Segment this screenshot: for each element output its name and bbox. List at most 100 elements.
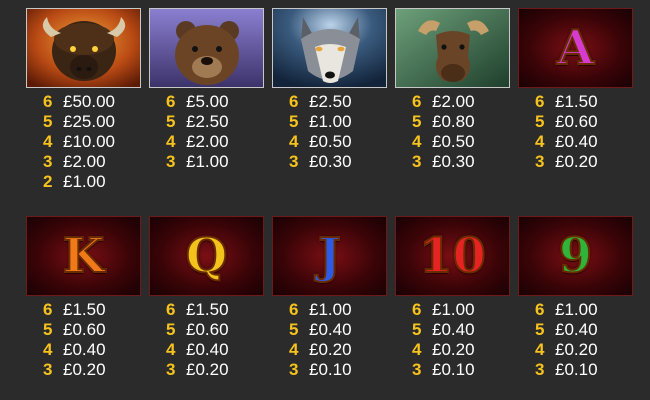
symbol-glyph: 10 (418, 228, 487, 284)
payout-amount: £0.40 (186, 340, 229, 359)
symbol-card-nine: 9 6 £1.00 5 £0.40 4 £0.20 3 £0.10 (518, 216, 633, 380)
pay-row: 4 £0.20 (412, 340, 510, 360)
paytable-nine: 6 £1.00 5 £0.40 4 £0.20 3 £0.10 (518, 300, 633, 380)
pay-row: 4 £0.50 (289, 132, 387, 152)
number-10-icon: 10 (395, 216, 510, 296)
pay-row: 5 £0.40 (289, 320, 387, 340)
payout-amount: £0.60 (186, 320, 229, 339)
pay-row: 2 £1.00 (43, 172, 141, 192)
payout-amount: £0.80 (432, 112, 475, 131)
pay-row: 5 £0.40 (535, 320, 633, 340)
symbol-count: 6 (535, 92, 545, 111)
symbol-glyph: A (556, 20, 595, 76)
payout-amount: £0.60 (63, 320, 106, 339)
payout-amount: £0.40 (555, 132, 598, 151)
symbol-count: 5 (43, 112, 53, 131)
symbol-card-q: Q 6 £1.50 5 £0.60 4 £0.40 3 £0.20 (149, 216, 264, 380)
payout-amount: £0.30 (309, 152, 352, 171)
letter-a-icon: A (518, 8, 633, 88)
payout-amount: £0.10 (555, 360, 598, 379)
symbol-count: 6 (43, 92, 53, 111)
payout-amount: £10.00 (63, 132, 115, 151)
symbol-count: 6 (535, 300, 545, 319)
symbol-count: 3 (166, 360, 176, 379)
payout-amount: £0.40 (63, 340, 106, 359)
payout-amount: £50.00 (63, 92, 115, 111)
pay-row: 3 £0.10 (289, 360, 387, 380)
symbol-card-wolf: 6 £2.50 5 £1.00 4 £0.50 3 £0.30 (272, 8, 387, 172)
pay-row: 3 £0.20 (43, 360, 141, 380)
symbol-count: 5 (412, 320, 422, 339)
pay-row: 6 £1.50 (535, 92, 633, 112)
payout-amount: £2.50 (186, 112, 229, 131)
payout-amount: £0.10 (432, 360, 475, 379)
payout-amount: £1.00 (309, 112, 352, 131)
pay-row: 6 £1.50 (43, 300, 141, 320)
pay-row: 5 £0.80 (412, 112, 510, 132)
pay-row: 4 £0.40 (166, 340, 264, 360)
pay-row: 4 £0.50 (412, 132, 510, 152)
pay-row: 5 £0.40 (412, 320, 510, 340)
pay-row: 6 £2.00 (412, 92, 510, 112)
moose-icon (395, 8, 510, 88)
pay-row: 3 £0.30 (412, 152, 510, 172)
pay-row: 3 £0.10 (535, 360, 633, 380)
payout-amount: £0.20 (555, 152, 598, 171)
symbol-count: 5 (166, 320, 176, 339)
symbol-count: 3 (535, 360, 545, 379)
pay-row: 5 £0.60 (43, 320, 141, 340)
pay-row: 6 £1.00 (535, 300, 633, 320)
symbol-count: 6 (289, 92, 299, 111)
symbol-count: 3 (43, 360, 53, 379)
pay-row: 5 £25.00 (43, 112, 141, 132)
symbol-count: 5 (289, 112, 299, 131)
symbol-count: 4 (166, 132, 176, 151)
payout-amount: £0.20 (309, 340, 352, 359)
paytable-buffalo: 6 £50.00 5 £25.00 4 £10.00 3 £2.00 2 £1.00 (26, 92, 141, 192)
payout-amount: £1.50 (63, 300, 106, 319)
payout-amount: £2.50 (309, 92, 352, 111)
paytable-moose: 6 £2.00 5 £0.80 4 £0.50 3 £0.30 (395, 92, 510, 172)
payout-amount: £1.50 (186, 300, 229, 319)
paytable-q: 6 £1.50 5 £0.60 4 £0.40 3 £0.20 (149, 300, 264, 380)
letter-q-icon: Q (149, 216, 264, 296)
pay-row: 6 £1.00 (289, 300, 387, 320)
symbol-count: 5 (43, 320, 53, 339)
symbol-count: 5 (166, 112, 176, 131)
payout-amount: £2.00 (63, 152, 106, 171)
payout-amount: £0.20 (555, 340, 598, 359)
pay-row: 6 £1.00 (412, 300, 510, 320)
symbol-count: 6 (43, 300, 53, 319)
symbol-card-k: K 6 £1.50 5 £0.60 4 £0.40 3 £0.20 (26, 216, 141, 380)
symbol-count: 6 (166, 92, 176, 111)
payout-amount: £0.20 (432, 340, 475, 359)
symbol-count: 3 (289, 152, 299, 171)
pay-row: 4 £0.40 (535, 132, 633, 152)
symbol-count: 4 (43, 132, 53, 151)
payout-amount: £1.00 (309, 300, 352, 319)
pay-row: 3 £0.30 (289, 152, 387, 172)
paytable-wolf: 6 £2.50 5 £1.00 4 £0.50 3 £0.30 (272, 92, 387, 172)
payout-amount: £0.30 (432, 152, 475, 171)
pay-row: 5 £0.60 (166, 320, 264, 340)
symbol-card-ten: 10 6 £1.00 5 £0.40 4 £0.20 3 £0.10 (395, 216, 510, 380)
symbol-count: 3 (412, 152, 422, 171)
paytable-a: 6 £1.50 5 £0.60 4 £0.40 3 £0.20 (518, 92, 633, 172)
symbol-count: 5 (289, 320, 299, 339)
pay-row: 4 £0.20 (289, 340, 387, 360)
symbol-card-moose: 6 £2.00 5 £0.80 4 £0.50 3 £0.30 (395, 8, 510, 172)
symbol-count: 4 (412, 340, 422, 359)
symbol-count: 5 (535, 320, 545, 339)
symbol-card-buffalo: 6 £50.00 5 £25.00 4 £10.00 3 £2.00 2 £1.00 (26, 8, 141, 192)
symbol-glyph: 9 (558, 228, 593, 284)
pay-row: 6 £5.00 (166, 92, 264, 112)
payout-amount: £2.00 (432, 92, 475, 111)
symbol-count: 4 (412, 132, 422, 151)
symbol-count: 2 (43, 172, 53, 191)
symbol-count: 6 (412, 300, 422, 319)
payout-amount: £1.00 (555, 300, 598, 319)
symbol-count: 3 (43, 152, 53, 171)
symbol-count: 5 (412, 112, 422, 131)
symbol-card-a: A 6 £1.50 5 £0.60 4 £0.40 3 £0.20 (518, 8, 633, 172)
symbol-count: 4 (289, 132, 299, 151)
